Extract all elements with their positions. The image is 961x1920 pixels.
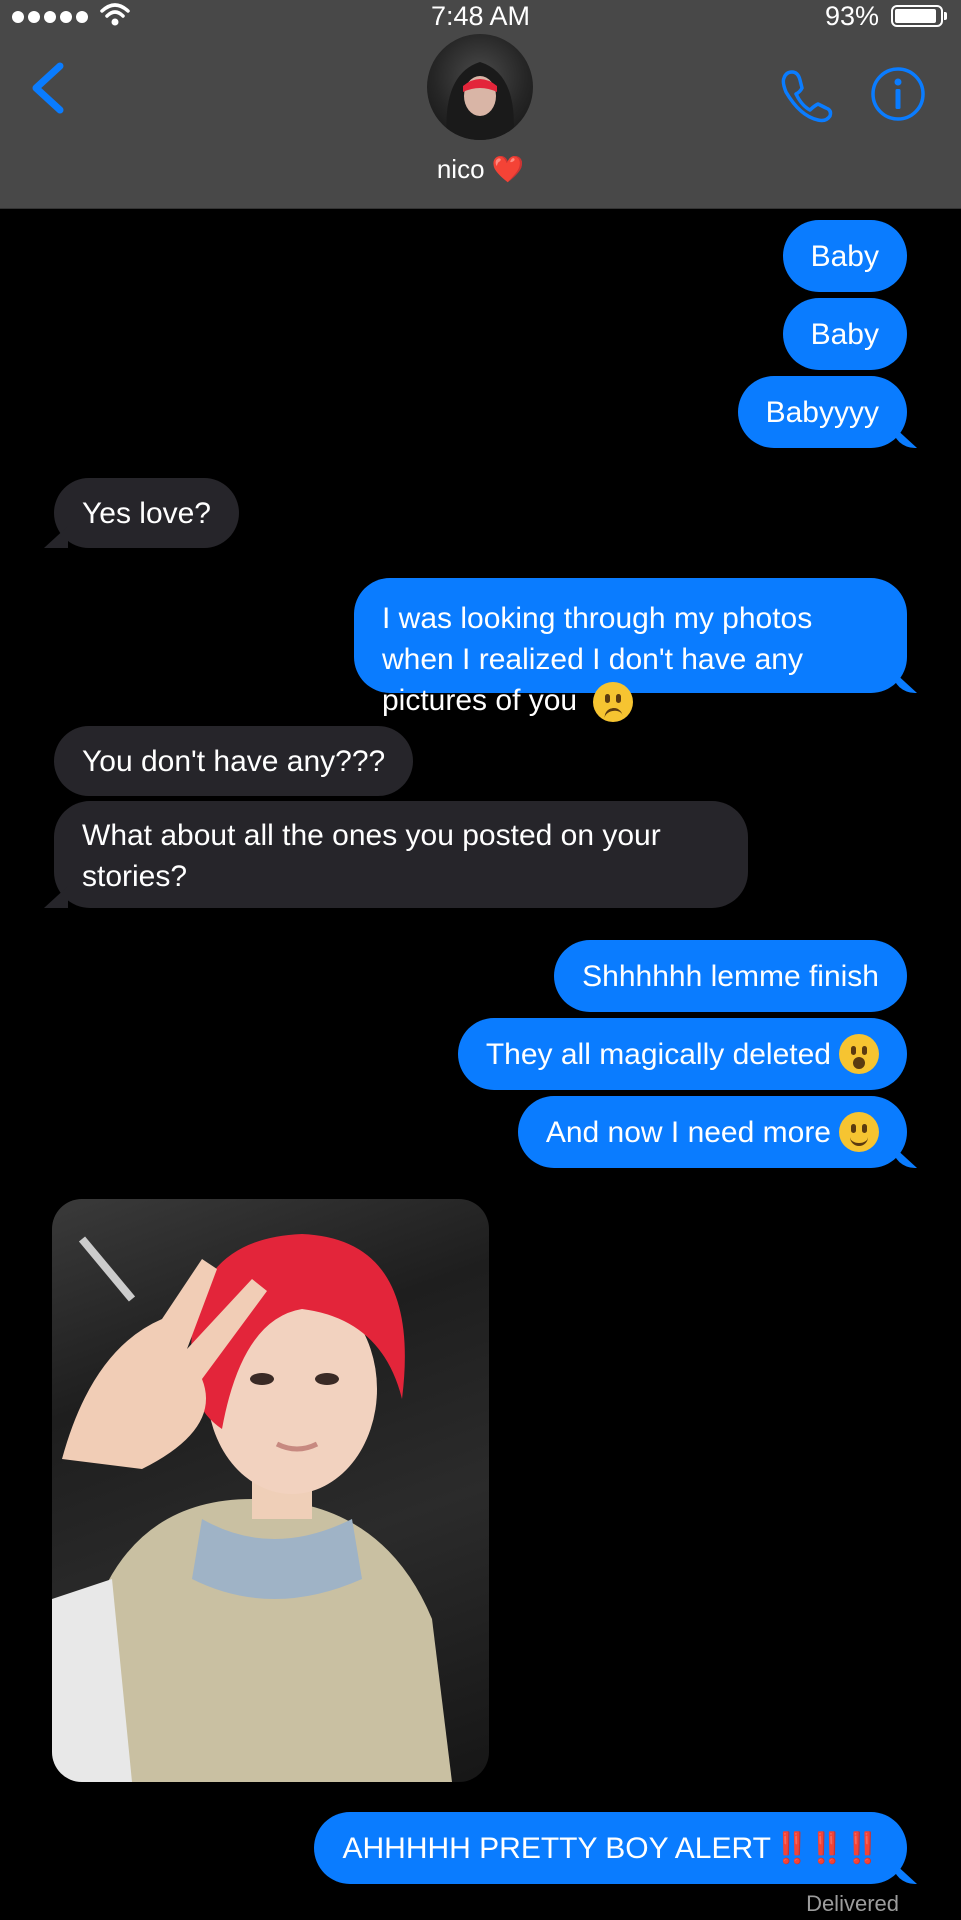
message-text: Shhhhhh lemme finish	[582, 959, 879, 993]
message-bubble-incoming[interactable]: What about all the ones you posted on yo…	[54, 801, 748, 908]
delivery-status: Delivered	[806, 1891, 899, 1916]
message-bubble-outgoing[interactable]: Baby	[782, 298, 907, 370]
message-bubble-outgoing[interactable]: AHHHHH PRETTY BOY ALERT ‼️‼️‼️	[314, 1812, 907, 1884]
message-text: And now I need more	[545, 1115, 831, 1149]
battery-percent: 93%	[824, 1, 879, 31]
phone-icon[interactable]	[778, 68, 834, 124]
message-bubble-outgoing[interactable]: Shhhhhh lemme finish	[554, 940, 907, 1012]
battery-icon	[891, 5, 947, 27]
status-bar: 7:48 AM 93%	[0, 0, 961, 34]
message-text: I was looking through my photos when I r…	[382, 598, 879, 723]
slightly-smiling-face-icon	[839, 1112, 879, 1152]
message-bubble-outgoing[interactable]: And now I need more	[517, 1096, 907, 1168]
contact-name[interactable]: nico ❤️	[0, 154, 961, 185]
confused-face-icon	[593, 682, 634, 723]
info-icon[interactable]	[870, 66, 926, 122]
message-bubble-outgoing[interactable]: Babyyyy	[737, 376, 907, 448]
message-text: Babyyyy	[765, 395, 879, 429]
heart-icon: ❤️	[491, 154, 525, 184]
back-chevron-icon[interactable]	[30, 62, 66, 114]
screaming-face-icon	[839, 1034, 879, 1074]
message-text: What about all the ones you posted on yo…	[82, 819, 661, 893]
message-thread[interactable]: Baby Baby Babyyyy Yes love? I was lookin…	[0, 0, 961, 1920]
message-text: They all magically deleted	[485, 1037, 831, 1071]
message-bubble-incoming[interactable]: Yes love?	[54, 478, 239, 548]
message-text: Baby	[810, 317, 879, 351]
avatar-image	[446, 62, 514, 140]
message-text: You don't have any???	[82, 744, 386, 778]
conversation-header: 7:48 AM 93% nico ❤️	[0, 0, 961, 209]
double-exclamation-icon: ‼️‼️‼️	[772, 1831, 881, 1865]
message-bubble-outgoing[interactable]: Baby	[782, 220, 907, 292]
message-text: Yes love?	[82, 496, 211, 530]
status-time: 7:48 AM	[430, 1, 531, 31]
message-text: AHHHHH PRETTY BOY ALERT	[342, 1831, 771, 1865]
message-text: Baby	[810, 239, 879, 273]
selfie-image	[52, 1234, 452, 1782]
avatar[interactable]	[427, 34, 533, 140]
message-bubble-outgoing[interactable]: I was looking through my photos when I r…	[354, 578, 907, 723]
photo-attachment[interactable]	[52, 1199, 489, 1782]
message-bubble-outgoing[interactable]: They all magically deleted	[457, 1018, 907, 1090]
message-bubble-incoming[interactable]: You don't have any???	[54, 726, 414, 796]
